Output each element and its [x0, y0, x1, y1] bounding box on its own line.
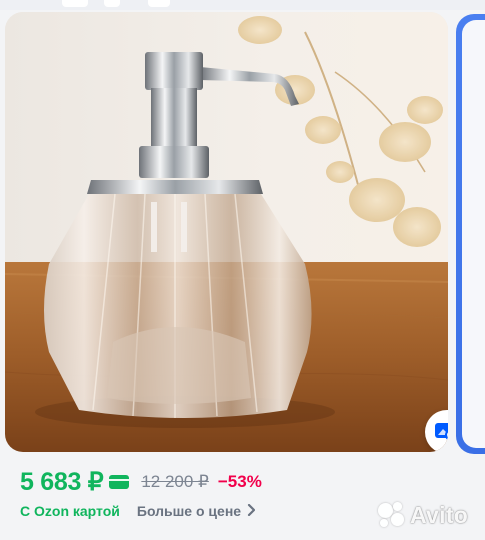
price-details-row: С Ozon картой Больше о цене	[20, 500, 256, 522]
similar-search-icon	[434, 420, 448, 444]
more-price-link[interactable]: Больше о цене	[136, 503, 256, 519]
next-product-card[interactable]	[456, 14, 485, 454]
price-old: 12 200 ₽	[141, 472, 209, 491]
product-feed: 5 683 ₽ 12 200 ₽ −53% С Ozon картой Боль…	[0, 0, 485, 540]
avito-watermark: Avito	[376, 500, 468, 530]
avito-logo-icon	[376, 500, 406, 530]
chevron-right-icon	[247, 503, 256, 519]
previous-row-strip	[0, 0, 485, 10]
ozon-card-icon	[109, 475, 130, 489]
product-card[interactable]	[5, 12, 448, 452]
product-image[interactable]	[5, 12, 448, 452]
price-row: 5 683 ₽ 12 200 ₽ −53%	[20, 465, 262, 499]
previous-thumbnail	[104, 0, 120, 7]
avito-watermark-text: Avito	[410, 501, 469, 528]
next-product-card-body	[462, 20, 485, 448]
previous-thumbnail	[62, 0, 88, 7]
more-price-label: Больше о цене	[136, 503, 242, 519]
previous-thumbnail	[148, 0, 170, 7]
price-current: 5 683 ₽	[20, 468, 104, 496]
discount-badge: −53%	[217, 472, 262, 491]
ozon-card-label: С Ozon картой	[20, 503, 120, 519]
